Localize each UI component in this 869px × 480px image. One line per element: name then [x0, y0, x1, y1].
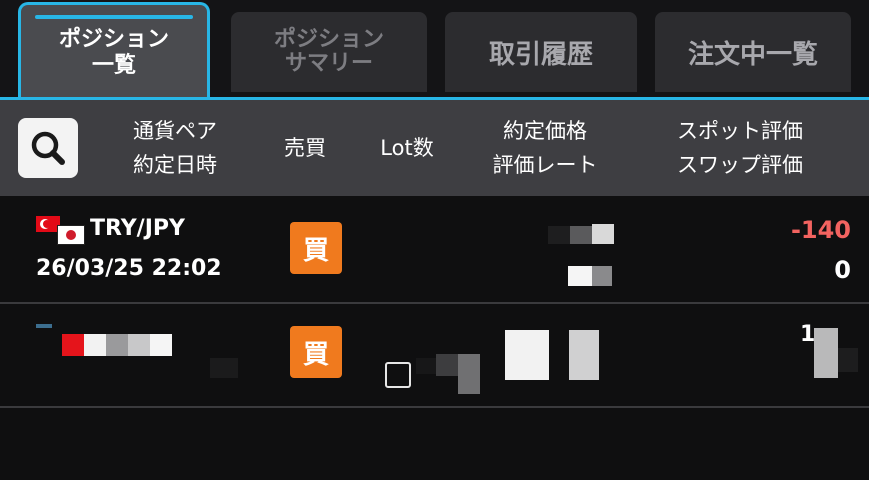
- header-exec-price: 約定価格: [503, 119, 587, 143]
- tab-label-line1: ポジション: [273, 27, 384, 52]
- buy-badge: 買: [290, 326, 342, 378]
- redacted-lot: [410, 354, 480, 394]
- position-row[interactable]: 買 1: [0, 304, 869, 406]
- header-date: 約定日時: [133, 153, 217, 177]
- column-header: 通貨ペア 約定日時 売買 Lot数 約定価格 評価レート スポット評価 スワップ…: [0, 100, 869, 196]
- tab-label-line1: ポジション: [58, 26, 169, 52]
- row-divider: [0, 406, 869, 408]
- header-spot-eval: スポット評価: [677, 119, 803, 143]
- header-price[interactable]: 約定価格 評価レート: [470, 114, 620, 182]
- tab-position-list[interactable]: ポジション 一覧: [18, 2, 210, 100]
- header-eval-rate: 評価レート: [492, 153, 598, 177]
- redacted-evaluation: [814, 328, 860, 378]
- currency-pair: TRY/JPY: [90, 216, 185, 241]
- header-lot[interactable]: Lot数: [365, 131, 449, 165]
- redacted-pair: [62, 334, 192, 358]
- redacted-date: [0, 358, 240, 386]
- buy-badge: 買: [290, 222, 342, 274]
- execution-datetime: 26/03/25 22:02: [36, 256, 222, 281]
- redacted-flag: [36, 324, 76, 330]
- tab-trade-history[interactable]: 取引履歴: [445, 12, 637, 92]
- active-tab-indicator: [35, 15, 193, 19]
- spot-evaluation: -140: [790, 216, 851, 244]
- japan-flag-icon: [58, 226, 84, 244]
- redacted-price: [548, 222, 618, 246]
- header-evaluation[interactable]: スポット評価 スワップ評価: [655, 114, 825, 182]
- header-swap-eval: スワップ評価: [677, 153, 803, 177]
- tab-label: 注文中一覧: [687, 39, 818, 70]
- header-side-label: 売買: [284, 136, 326, 160]
- magnifier-icon: [31, 131, 65, 165]
- tab-bar: ポジション 一覧 ポジション サマリー 取引履歴 注文中一覧: [0, 0, 869, 100]
- tab-pending-orders[interactable]: 注文中一覧: [655, 12, 851, 92]
- header-pair: 通貨ペア: [133, 119, 217, 143]
- search-button[interactable]: [18, 118, 78, 178]
- redacted-rate: [568, 264, 618, 288]
- header-side[interactable]: 売買: [265, 131, 345, 165]
- tab-label-line2: 一覧: [91, 52, 136, 78]
- header-lot-label: Lot数: [380, 136, 434, 160]
- tab-position-summary[interactable]: ポジション サマリー: [231, 12, 427, 92]
- redacted-price: [505, 330, 615, 380]
- tab-label-line2: サマリー: [284, 51, 373, 76]
- swap-evaluation: 0: [834, 256, 851, 284]
- position-row[interactable]: TRY/JPY 26/03/25 22:02 買 -140 0: [0, 196, 869, 302]
- turkey-flag-icon: [36, 216, 60, 232]
- chart-icon[interactable]: [385, 362, 411, 388]
- tab-label: 取引履歴: [488, 39, 593, 70]
- header-pair-date[interactable]: 通貨ペア 約定日時: [110, 114, 240, 182]
